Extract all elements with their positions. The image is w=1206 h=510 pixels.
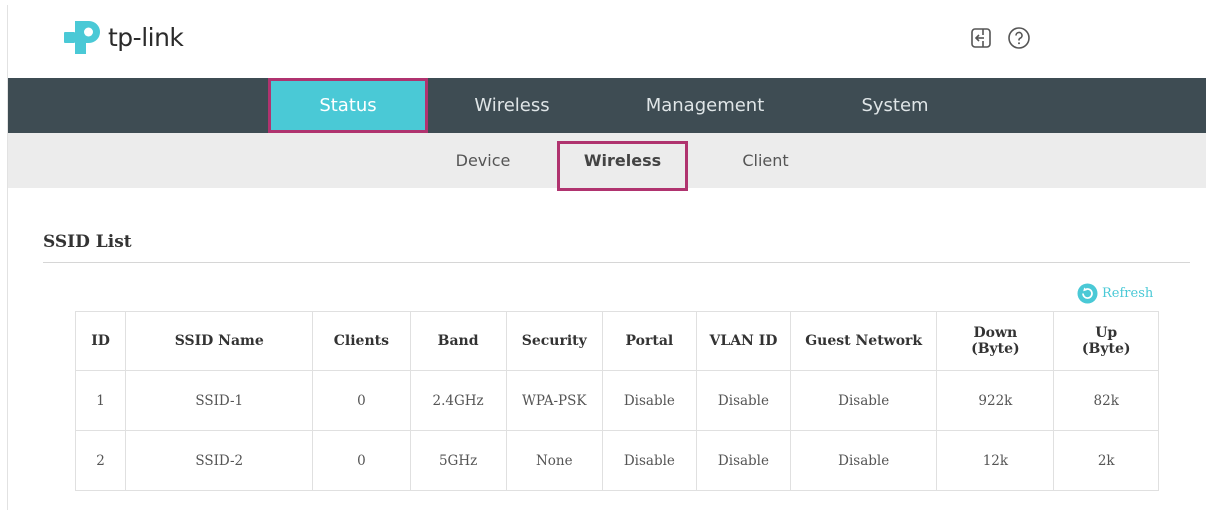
cell-clients: 0 bbox=[312, 430, 411, 491]
page: tp-link Status Wireless Management Syste… bbox=[7, 5, 1206, 510]
col-header-guest-network: Guest Network bbox=[789, 311, 938, 371]
subtab-client-label: Client bbox=[742, 151, 789, 170]
tab-status[interactable]: Status bbox=[271, 78, 425, 133]
table-row: 1 SSID-1 0 2.4GHz WPA-PSK Disable Disabl… bbox=[74, 370, 1159, 431]
cell-vlan-id: Disable bbox=[695, 370, 792, 431]
subtab-device[interactable]: Device bbox=[438, 133, 528, 188]
cell-security: None bbox=[505, 430, 603, 491]
cell-portal: Disable bbox=[601, 370, 697, 431]
cell-id: 1 bbox=[74, 370, 127, 431]
col-header-clients: Clients bbox=[312, 311, 411, 371]
cell-band: 2.4GHz bbox=[409, 370, 507, 431]
cell-guest-network: Disable bbox=[789, 430, 938, 491]
table-header-row: ID SSID Name Clients Band Security Porta… bbox=[74, 311, 1159, 371]
table-row: 2 SSID-2 0 5GHz None Disable Disable Dis… bbox=[74, 430, 1159, 491]
col-header-up-line2: (Byte) bbox=[1081, 341, 1131, 357]
section-divider bbox=[43, 262, 1190, 263]
cell-id: 2 bbox=[74, 430, 127, 491]
col-header-down-line1: Down bbox=[973, 325, 1018, 341]
tp-link-logo-icon bbox=[64, 21, 100, 54]
col-header-vlan-id: VLAN ID bbox=[695, 311, 792, 371]
tp-link-logo: tp-link bbox=[60, 15, 184, 59]
col-header-down-line2: (Byte) bbox=[971, 341, 1020, 357]
cell-ssid-name: SSID-2 bbox=[125, 430, 314, 491]
cell-security: WPA-PSK bbox=[505, 370, 603, 431]
refresh-label: Refresh bbox=[1102, 286, 1154, 301]
header: tp-link bbox=[8, 5, 1206, 78]
col-header-up: Up (Byte) bbox=[1053, 311, 1159, 371]
tab-status-label: Status bbox=[319, 95, 377, 116]
col-header-ssid-name: SSID Name bbox=[125, 311, 314, 371]
refresh-button[interactable]: Refresh bbox=[1077, 283, 1153, 304]
cell-ssid-name: SSID-1 bbox=[125, 370, 314, 431]
sub-nav: Device Wireless Client bbox=[8, 133, 1206, 188]
col-header-band: Band bbox=[409, 311, 507, 371]
main-nav: Status Wireless Management System bbox=[8, 78, 1206, 133]
brand-name: tp-link bbox=[108, 22, 184, 52]
col-header-security: Security bbox=[505, 311, 603, 371]
subtab-device-label: Device bbox=[455, 151, 511, 170]
tab-management-label: Management bbox=[645, 95, 765, 116]
tab-wireless[interactable]: Wireless bbox=[435, 78, 589, 133]
tab-wireless-label: Wireless bbox=[474, 95, 550, 116]
col-header-id: ID bbox=[74, 311, 127, 371]
cell-up: 82k bbox=[1053, 370, 1159, 431]
col-header-up-line1: Up bbox=[1095, 325, 1118, 341]
col-header-portal: Portal bbox=[601, 311, 697, 371]
header-icons bbox=[969, 26, 1031, 50]
tab-system[interactable]: System bbox=[820, 78, 970, 133]
cell-down: 12k bbox=[936, 430, 1055, 491]
help-icon[interactable] bbox=[1007, 26, 1031, 50]
logout-icon[interactable] bbox=[969, 26, 993, 50]
refresh-icon bbox=[1077, 283, 1098, 304]
tab-management[interactable]: Management bbox=[625, 78, 785, 133]
cell-guest-network: Disable bbox=[789, 370, 938, 431]
cell-down: 922k bbox=[936, 370, 1055, 431]
cell-vlan-id: Disable bbox=[695, 430, 792, 491]
subtab-client[interactable]: Client bbox=[723, 133, 808, 188]
cell-portal: Disable bbox=[601, 430, 697, 491]
col-header-down: Down (Byte) bbox=[936, 311, 1055, 371]
cell-clients: 0 bbox=[312, 370, 411, 431]
subtab-wireless[interactable]: Wireless bbox=[560, 133, 685, 188]
subtab-wireless-label: Wireless bbox=[583, 151, 662, 170]
cell-band: 5GHz bbox=[409, 430, 507, 491]
section-title: SSID List bbox=[43, 232, 132, 252]
tab-system-label: System bbox=[861, 95, 929, 116]
cell-up: 2k bbox=[1053, 430, 1159, 491]
ssid-table: ID SSID Name Clients Band Security Porta… bbox=[74, 311, 1159, 491]
